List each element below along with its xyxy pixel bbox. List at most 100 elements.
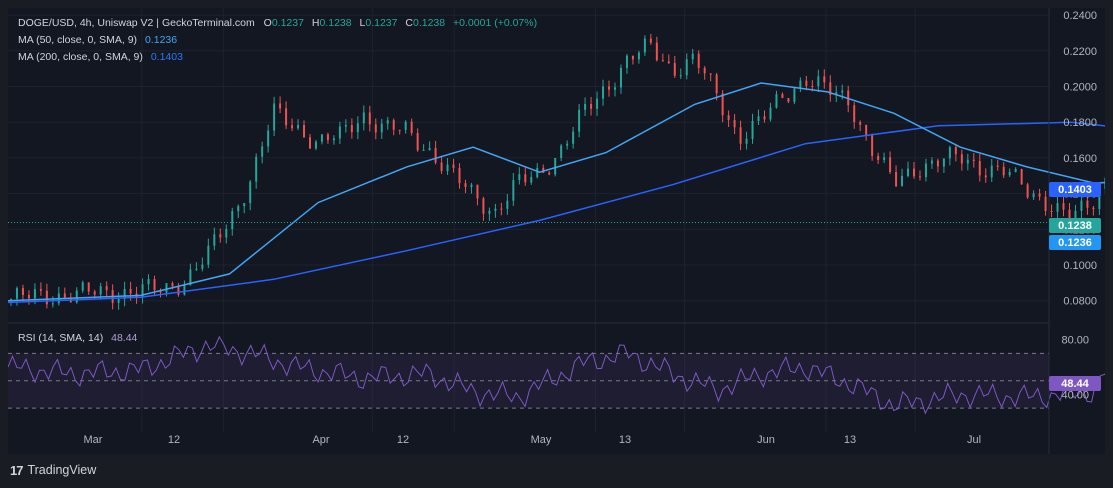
ma200-value: 0.1403 <box>150 51 183 63</box>
candle-up <box>225 229 228 238</box>
candle-down <box>177 286 180 295</box>
chart-panel[interactable]: 0.24000.22000.20000.18000.16000.14000.12… <box>8 8 1105 454</box>
candle-up <box>566 143 569 146</box>
candle-down <box>374 124 377 133</box>
chart-window: 0.24000.22000.20000.18000.16000.14000.12… <box>0 0 1113 488</box>
candle-up <box>1080 200 1083 211</box>
candle-down <box>655 42 658 61</box>
candle-up <box>930 160 933 164</box>
candle-up <box>470 184 473 187</box>
ma200-legend[interactable]: MA (200, close, 0, SMA, 9) 0.1403 <box>18 51 183 63</box>
candle-up <box>637 52 640 60</box>
candle-up <box>512 180 515 201</box>
candle-up <box>990 165 993 178</box>
candle-up <box>619 67 622 88</box>
high-value: 0.1238 <box>319 17 352 29</box>
candle-up <box>267 130 270 147</box>
candle-down <box>153 279 156 291</box>
candle-up <box>907 168 910 176</box>
candle-up <box>255 156 258 182</box>
candle-down <box>859 122 862 125</box>
candle-down <box>805 80 808 86</box>
time-tick-label: 12 <box>397 434 409 446</box>
candle-down <box>392 120 395 130</box>
symbol-legend[interactable]: DOGE/USD, 4h, Uniswap V2 | GeckoTerminal… <box>18 17 537 29</box>
candle-up <box>494 208 497 211</box>
candle-up <box>757 116 760 121</box>
candle-up <box>33 289 36 299</box>
candle-down <box>984 175 987 178</box>
time-tick-label: May <box>531 434 552 446</box>
candle-down <box>709 73 712 75</box>
ma200-line <box>8 121 1105 304</box>
ma50-legend[interactable]: MA (50, close, 0, SMA, 9) 0.1236 <box>18 34 177 46</box>
candle-down <box>871 135 874 156</box>
time-tick-label: 13 <box>844 434 856 446</box>
candle-down <box>285 108 288 126</box>
time-tick-label: 12 <box>168 434 180 446</box>
candle-up <box>602 86 605 99</box>
candle-up <box>183 285 186 295</box>
candle-down <box>1020 168 1023 185</box>
candle-down <box>608 86 611 90</box>
price-tick-label: 0.2400 <box>1063 10 1097 22</box>
candle-up <box>685 59 688 76</box>
candle-down <box>649 38 652 43</box>
candle-up <box>380 123 383 133</box>
tradingview-branding[interactable]: 17 TradingView <box>10 461 96 479</box>
time-tick-label: Jul <box>967 434 981 446</box>
candle-up <box>560 145 563 159</box>
time-tick-label: Apr <box>312 434 329 446</box>
change-value: +0.0001 (+0.07%) <box>453 17 538 29</box>
tradingview-logo-icon: 17 <box>10 462 24 478</box>
candle-up <box>99 286 102 295</box>
candle-up <box>344 125 347 127</box>
candle-down <box>548 172 551 175</box>
candle-up <box>536 167 539 178</box>
candle-up <box>643 38 646 53</box>
candle-up <box>249 181 252 204</box>
price-tick-label: 0.2000 <box>1063 82 1097 94</box>
candle-down <box>524 174 527 183</box>
candle-up <box>338 126 341 139</box>
candle-down <box>853 105 856 123</box>
candle-down <box>978 160 981 176</box>
candle-down <box>171 283 174 287</box>
candle-down <box>1050 211 1053 213</box>
rsi-legend[interactable]: RSI (14, SMA, 14) 48.44 <box>18 332 137 344</box>
candle-up <box>386 120 389 124</box>
close-price-tag: 0.1238 <box>1049 218 1101 233</box>
price-tick-label: 0.1600 <box>1063 153 1097 165</box>
price-tick-label: 0.1800 <box>1063 117 1097 129</box>
time-tick-label: Jun <box>757 434 775 446</box>
candle-down <box>500 208 503 210</box>
candle-up <box>966 159 969 164</box>
candle-up <box>117 299 120 303</box>
time-tick-label: 13 <box>619 434 631 446</box>
candle-down <box>889 157 892 173</box>
candle-down <box>39 289 42 291</box>
candle-up <box>942 158 945 167</box>
candle-up <box>422 149 425 151</box>
candle-down <box>697 53 700 68</box>
candle-up <box>1104 178 1105 190</box>
candle-down <box>895 172 898 187</box>
chart-canvas[interactable]: 0.24000.22000.20000.18000.16000.14000.12… <box>8 8 1105 454</box>
candle-down <box>787 98 790 102</box>
candle-down <box>27 294 30 299</box>
candle-up <box>201 264 204 269</box>
candle-down <box>877 155 880 160</box>
candle-up <box>506 200 509 209</box>
candle-up <box>332 138 335 141</box>
candle-up <box>207 245 210 265</box>
open-value: 0.1237 <box>271 17 304 29</box>
time-axis: Mar 12 Apr 12 May 13 Jun 13 Jul <box>84 434 982 446</box>
candle-up <box>572 131 575 144</box>
close-value: 0.1238 <box>413 17 446 29</box>
candle-down <box>326 134 329 141</box>
candlesticks <box>9 33 1105 310</box>
price-tick-label: 0.2200 <box>1063 46 1097 58</box>
candle-up <box>213 234 216 246</box>
time-tick-label: Mar <box>84 434 103 446</box>
candle-up <box>1008 171 1011 176</box>
